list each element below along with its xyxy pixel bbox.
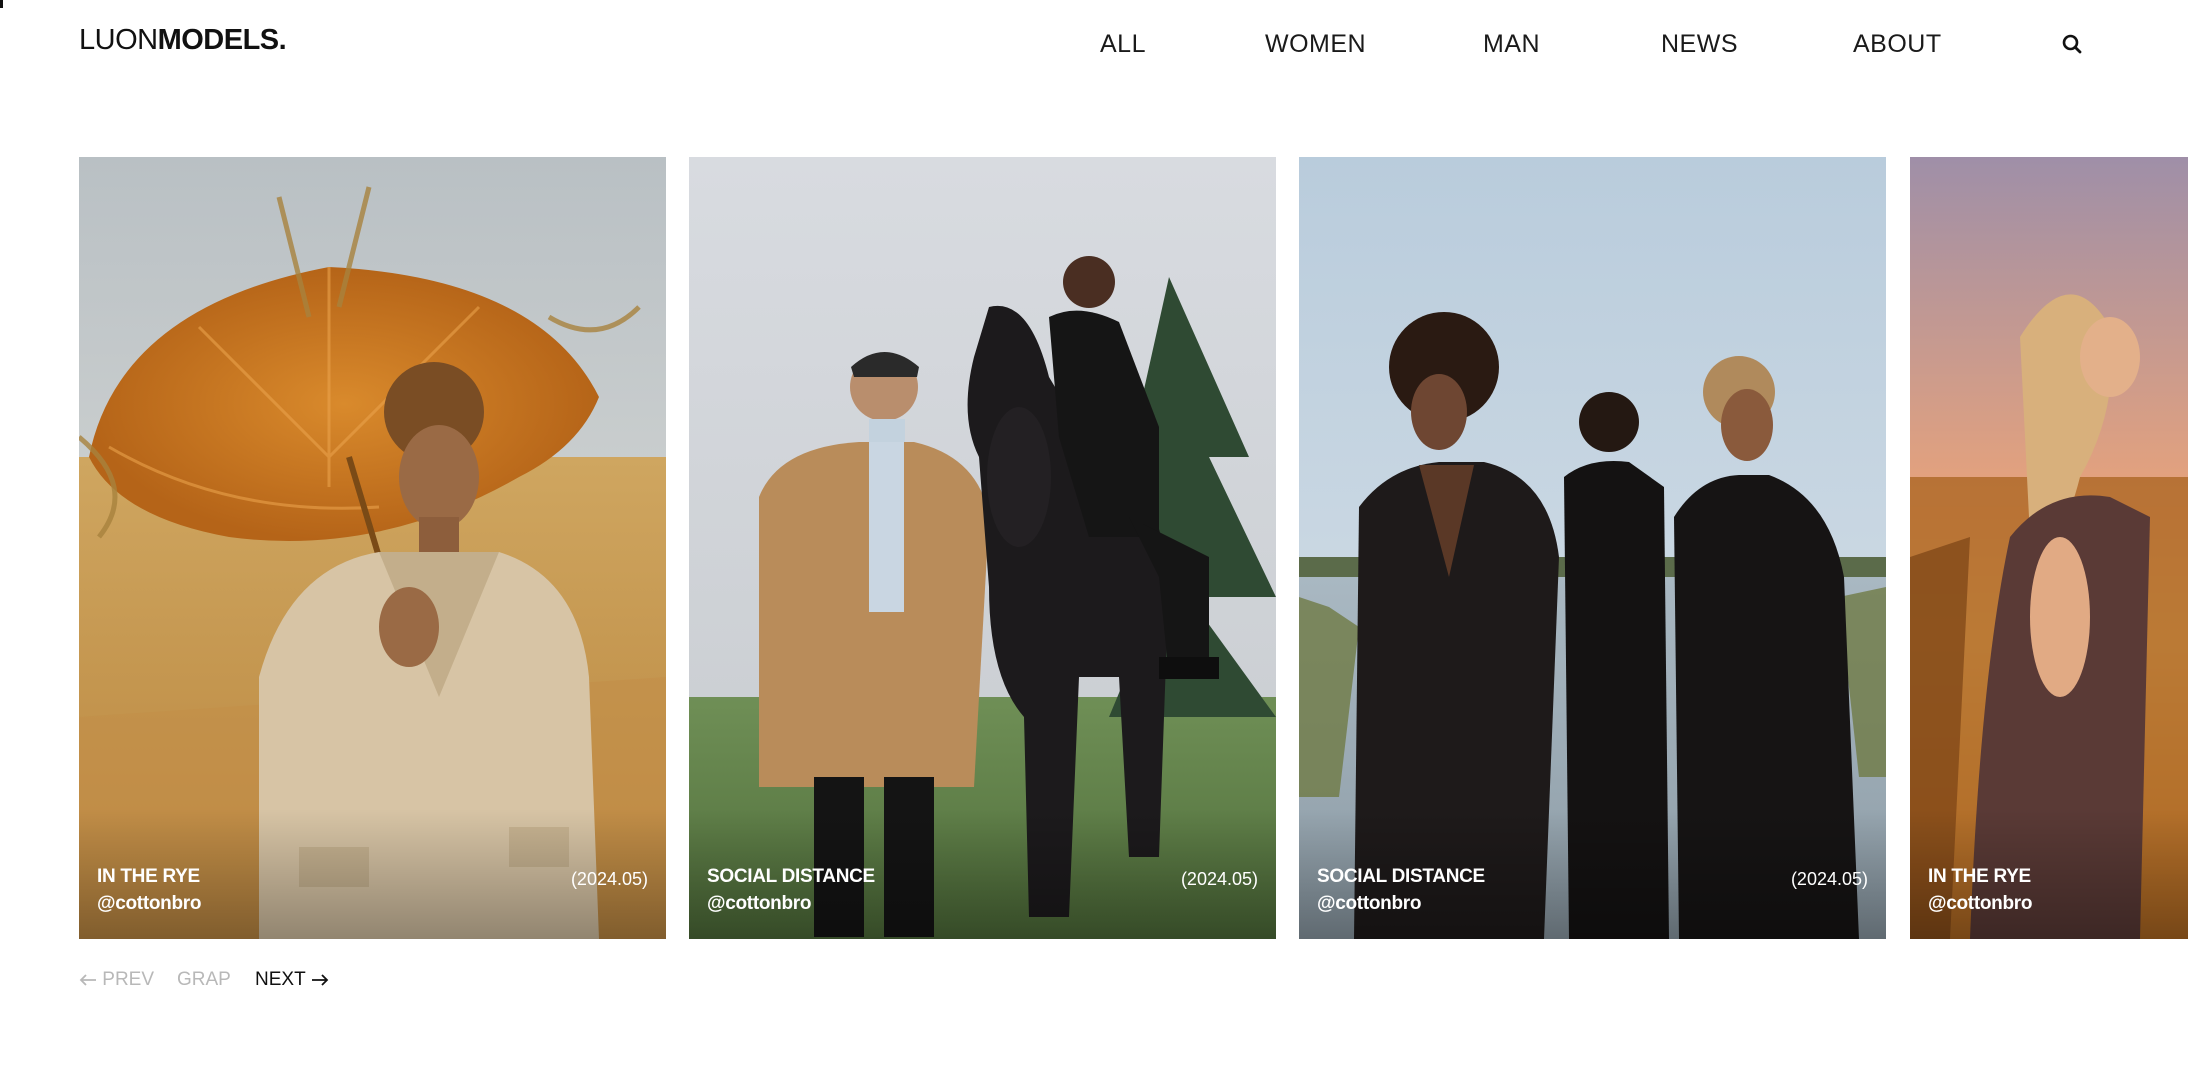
gallery-card[interactable]: IN THE RYE @cottonbro <box>1910 157 2188 939</box>
nav-item-about[interactable]: ABOUT <box>1853 26 1942 62</box>
search-icon <box>2062 34 2082 54</box>
card-title: IN THE RYE <box>97 866 200 887</box>
brand-logo-bold: MODELS. <box>157 24 287 56</box>
nav-item-women[interactable]: WOMEN <box>1265 26 1366 62</box>
search-button[interactable] <box>2060 32 2084 56</box>
card-date: (2024.05) <box>1790 869 1868 889</box>
card-author-handle[interactable]: @cottonbro <box>97 892 201 916</box>
brand-logo-light: LUON <box>79 24 158 56</box>
card-date: (2024.05) <box>570 869 648 889</box>
next-label: NEXT <box>255 969 306 990</box>
card-title: SOCIAL DISTANCE <box>1317 866 1485 887</box>
card-title: SOCIAL DISTANCE <box>707 866 875 887</box>
gallery-card[interactable]: IN THE RYE @cottonbro (2024.05) <box>79 157 666 939</box>
prev-button[interactable]: PREV <box>79 966 154 994</box>
nav-item-man[interactable]: MAN <box>1483 26 1540 62</box>
gallery-card[interactable]: SOCIAL DISTANCE @cottonbro (2024.05) <box>689 157 1276 939</box>
nav-item-news[interactable]: NEWS <box>1661 26 1738 62</box>
card-author-handle[interactable]: @cottonbro <box>1317 892 1421 916</box>
gallery-carousel[interactable]: IN THE RYE @cottonbro (2024.05) SOCIAL D… <box>79 157 2188 939</box>
card-date: (2024.05) <box>1180 869 1258 889</box>
card-author-handle[interactable]: @cottonbro <box>1928 892 2032 916</box>
grap-button[interactable]: GRAP <box>177 966 231 994</box>
next-button[interactable]: NEXT <box>255 966 329 994</box>
brand-logo[interactable]: LUONMODELS. <box>79 22 287 58</box>
card-title: IN THE RYE <box>1928 866 2031 887</box>
nav-item-all[interactable]: ALL <box>1100 26 1146 62</box>
arrow-left-icon <box>79 974 96 986</box>
gallery-card[interactable]: SOCIAL DISTANCE @cottonbro (2024.05) <box>1299 157 1886 939</box>
arrow-right-icon <box>311 974 328 986</box>
card-author-handle[interactable]: @cottonbro <box>707 892 811 916</box>
prev-label: PREV <box>102 969 155 990</box>
corner-mark <box>0 0 3 8</box>
